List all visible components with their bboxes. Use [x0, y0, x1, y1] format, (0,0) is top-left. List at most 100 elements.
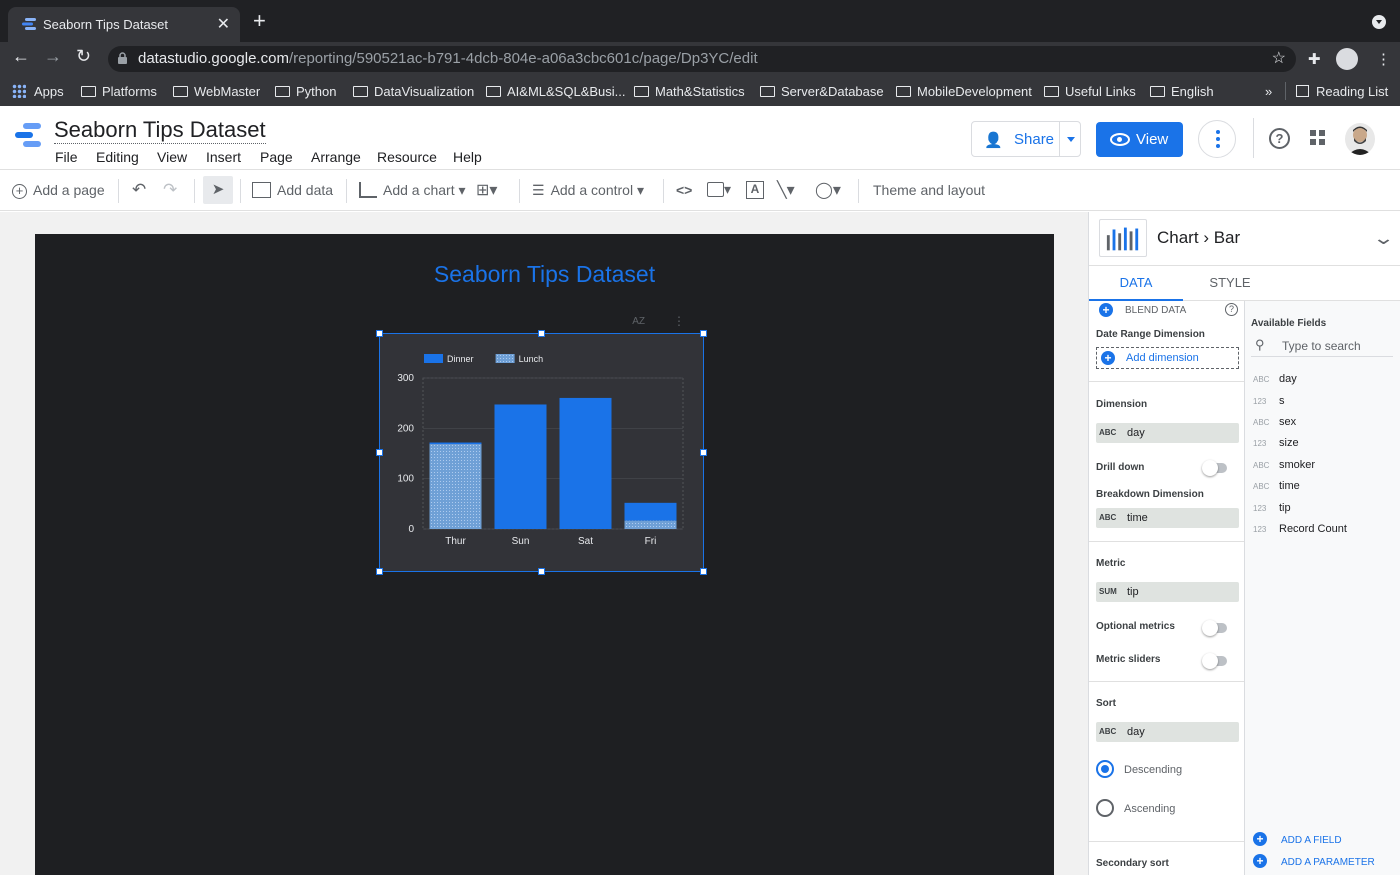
user-avatar[interactable] [1345, 123, 1375, 155]
embed-code-icon[interactable]: <> [676, 182, 692, 198]
add-control-button[interactable]: ☰ Add a control ▾ [532, 182, 644, 199]
bookmark-folder[interactable]: AI&ML&SQL&Busi... [486, 84, 626, 99]
browser-tab[interactable]: Seaborn Tips Dataset ✕ [8, 7, 240, 42]
menu-resource[interactable]: Resource [377, 149, 437, 165]
bookmarks-overflow-button[interactable]: » [1265, 84, 1272, 99]
chart-type-breadcrumb: Chart › Bar [1157, 228, 1240, 248]
view-button[interactable]: View [1096, 122, 1183, 157]
chevron-down-icon[interactable]: ⌄ [1372, 228, 1395, 249]
field-name: smoker [1279, 459, 1316, 471]
bar-lunch [429, 444, 482, 529]
field-type: 123 [1253, 397, 1267, 406]
tab-data[interactable]: DATA [1089, 266, 1183, 301]
bookmark-folder[interactable]: Platforms [81, 84, 157, 99]
reload-icon[interactable]: ↻ [76, 46, 91, 67]
bookmark-label: Python [296, 84, 337, 99]
section-divider [1089, 541, 1244, 542]
field-search-input[interactable]: ⚲ Type to search [1251, 335, 1393, 357]
chart-menu-icon[interactable]: ⋮ [673, 314, 685, 328]
close-tab-icon[interactable]: ✕ [217, 14, 230, 34]
add-page-label: Add a page [33, 182, 105, 198]
add-chart-icon [359, 182, 377, 198]
tab-search-icon[interactable] [1372, 15, 1386, 29]
metric-chip[interactable]: SUM tip [1096, 582, 1239, 602]
optional-metrics-toggle[interactable] [1202, 620, 1227, 636]
data-studio-favicon [22, 18, 36, 30]
community-viz-icon[interactable]: ⊞▾ [476, 180, 497, 200]
bookmark-folder[interactable]: Python [275, 84, 336, 99]
field-item[interactable]: ABC time [1253, 480, 1300, 492]
bookmark-folder[interactable]: DataVisualization [353, 84, 474, 99]
bar-chart-type-icon[interactable] [1099, 219, 1147, 257]
bookmark-folder[interactable]: Server&Database [760, 84, 884, 99]
share-dropdown-icon[interactable] [1067, 137, 1075, 142]
add-page-button[interactable]: + Add a page [12, 182, 105, 199]
theme-layout-button[interactable]: Theme and layout [873, 182, 985, 198]
bookmark-folder[interactable]: WebMaster [173, 84, 260, 99]
report-page[interactable]: Seaborn Tips Dataset AZ ⋮ 0 100 200 300 Dinn… [35, 234, 1054, 875]
bookmark-folder[interactable]: Useful Links [1044, 84, 1136, 99]
drill-down-toggle[interactable] [1202, 460, 1227, 476]
dimension-chip[interactable]: ABC day [1096, 423, 1239, 443]
more-options-button[interactable] [1198, 120, 1236, 158]
data-settings-column: + BLEND DATA ? Date Range Dimension + Ad… [1089, 301, 1245, 875]
breakdown-dimension-chip[interactable]: ABC time [1096, 508, 1239, 528]
bookmark-folder[interactable]: English [1150, 84, 1214, 99]
profile-avatar[interactable] [1336, 48, 1358, 70]
help-icon[interactable]: ? [1269, 128, 1290, 149]
field-item[interactable]: 123 size [1253, 437, 1299, 449]
field-item[interactable]: ABC day [1253, 373, 1297, 385]
shape-icon[interactable]: ◯▾ [815, 180, 841, 200]
secondary-sort-label: Secondary sort [1096, 858, 1169, 869]
page-title-text[interactable]: Seaborn Tips Dataset [35, 261, 1054, 288]
text-box-icon[interactable]: A [746, 181, 764, 199]
browser-menu-icon[interactable]: ⋮ [1376, 50, 1391, 68]
field-item[interactable]: 123 s [1253, 395, 1285, 407]
forward-arrow-icon[interactable]: → [44, 46, 62, 67]
add-dimension-slot[interactable]: + Add dimension [1096, 347, 1239, 369]
bookmark-star-icon[interactable]: ☆ [1272, 48, 1286, 68]
toolbar-divider [663, 179, 664, 203]
url-bar[interactable]: datastudio.google.com/reporting/590521ac… [108, 46, 1296, 72]
field-item[interactable]: 123 tip [1253, 502, 1291, 514]
bookmark-apps[interactable]: Apps [12, 84, 64, 99]
toolbar-divider [240, 179, 241, 203]
menu-arrange[interactable]: Arrange [311, 149, 361, 165]
back-arrow-icon[interactable]: ← [12, 46, 30, 67]
y-tick-label: 300 [397, 373, 414, 384]
menu-view[interactable]: View [157, 149, 187, 165]
field-item[interactable]: ABC smoker [1253, 459, 1315, 471]
sort-chip[interactable]: ABC day [1096, 722, 1239, 742]
menu-help[interactable]: Help [453, 149, 482, 165]
metric-sliders-toggle[interactable] [1202, 653, 1227, 669]
field-item[interactable]: ABC sex [1253, 416, 1296, 428]
ascending-radio[interactable] [1096, 799, 1114, 817]
apps-grid-icon[interactable] [1310, 130, 1326, 146]
menu-insert[interactable]: Insert [206, 149, 241, 165]
undo-icon[interactable]: ↶ [132, 180, 146, 200]
menu-file[interactable]: File [55, 149, 78, 165]
add-data-button[interactable]: Add data [252, 182, 333, 198]
sort-tag[interactable]: AZ [632, 316, 645, 327]
share-button[interactable]: 👤 Share [971, 121, 1081, 157]
image-icon[interactable]: ▾ [707, 181, 731, 198]
bar-chart-component[interactable]: AZ ⋮ 0 100 200 300 Dinner Lunch Thur Sun Sat Fri [376, 314, 707, 575]
help-icon[interactable]: ? [1225, 303, 1238, 316]
field-name: sex [1279, 416, 1297, 428]
bookmark-folder[interactable]: Math&Statistics [634, 84, 745, 99]
descending-radio[interactable] [1096, 760, 1114, 778]
menu-editing[interactable]: Editing [96, 149, 139, 165]
reading-list-button[interactable]: Reading List [1296, 84, 1388, 99]
new-tab-button[interactable]: + [253, 10, 266, 32]
field-item[interactable]: 123 Record Count [1253, 523, 1347, 535]
line-icon[interactable]: ╲▾ [777, 180, 795, 200]
report-title[interactable]: Seaborn Tips Dataset [54, 117, 266, 144]
redo-icon[interactable]: ↷ [163, 180, 177, 200]
add-chart-button[interactable]: Add a chart ▾ [359, 182, 466, 199]
extensions-icon[interactable]: ✚ [1308, 50, 1321, 68]
select-cursor-icon[interactable]: ➤ [203, 176, 233, 204]
folder-icon [896, 86, 911, 97]
tab-style[interactable]: STYLE [1183, 266, 1277, 301]
bookmark-folder[interactable]: MobileDevelopment [896, 84, 1032, 99]
menu-page[interactable]: Page [260, 149, 293, 165]
